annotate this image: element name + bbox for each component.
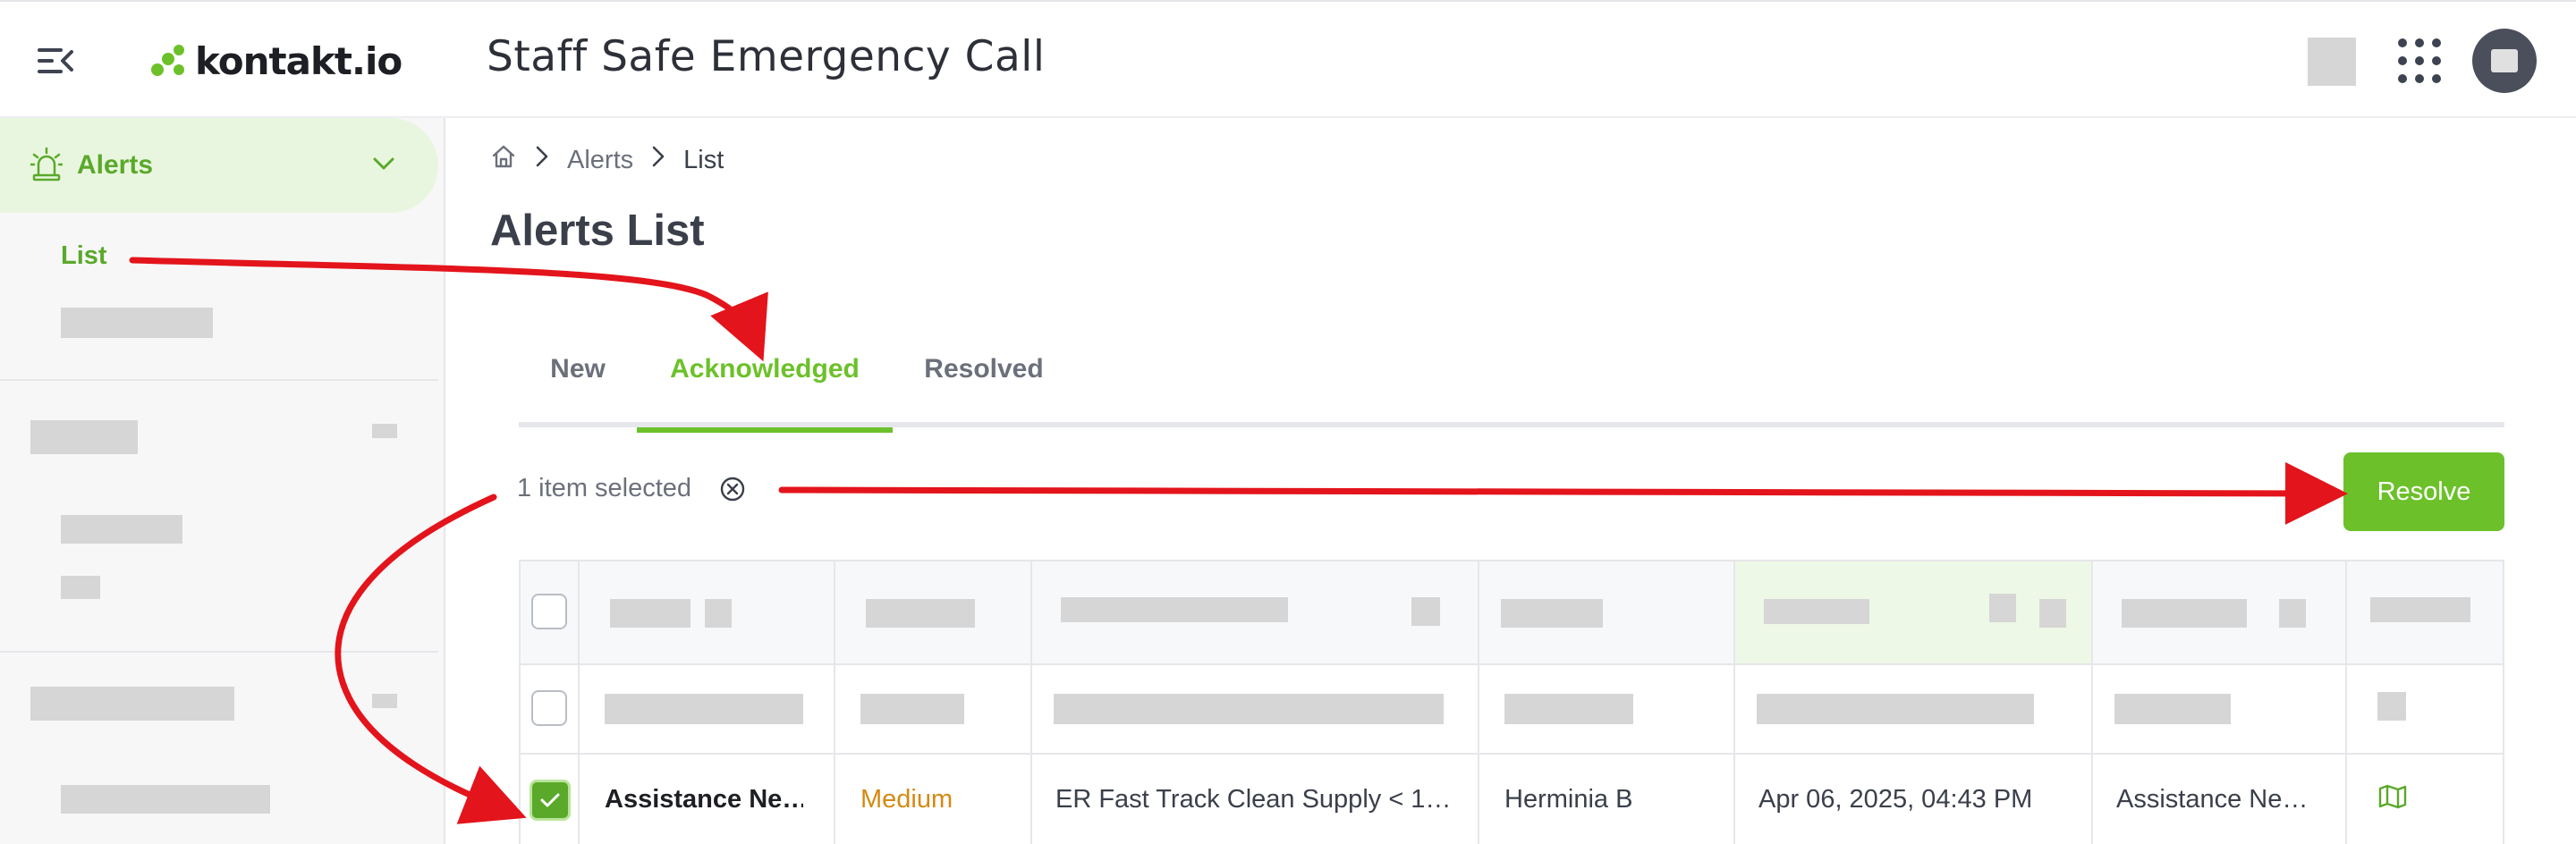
alert-name-cell: Assistance Ne… [605, 785, 803, 814]
location-cell: ER Fast Track Clean Supply < 1… [1055, 785, 1449, 814]
alert-type-cell: Assistance Ne… [2116, 785, 2309, 814]
sidebar-subitem-placeholder[interactable] [61, 515, 182, 544]
priority-cell: Medium [860, 785, 953, 814]
home-icon[interactable] [490, 143, 517, 177]
column-header-placeholder[interactable] [2370, 597, 2470, 622]
table-row-selected[interactable]: Assistance Ne… Medium ER Fast Track Clea… [521, 755, 2503, 844]
app-title: Staff Safe Emergency Call [487, 32, 1046, 81]
cell-placeholder [1757, 694, 2034, 724]
staff-cell: Herminia B [1504, 785, 1633, 814]
sidebar-item-placeholder[interactable] [30, 420, 138, 454]
sidebar: Alerts List [0, 118, 445, 844]
tab-new[interactable]: New [519, 350, 637, 427]
sort-icon-placeholder[interactable] [2039, 599, 2066, 628]
apps-grid-icon[interactable] [2395, 36, 2444, 86]
resolve-button[interactable]: Resolve [2343, 452, 2504, 531]
annotation-arrow-to-resolve [778, 461, 2348, 525]
sidebar-item-placeholder-chevron [372, 424, 397, 438]
cell-placeholder [1504, 694, 1633, 724]
cell-placeholder [1054, 694, 1444, 724]
column-divider [834, 561, 835, 844]
logo-mark-icon [150, 43, 186, 79]
chevron-down-icon[interactable] [370, 150, 397, 177]
column-divider [578, 561, 580, 844]
tab-resolved[interactable]: Resolved [893, 350, 1075, 427]
chevron-right-icon [651, 145, 665, 175]
select-all-checkbox[interactable] [531, 594, 567, 629]
cell-placeholder [860, 694, 964, 724]
selection-count: 1 item selected [517, 474, 692, 502]
sort-icon-placeholder[interactable] [705, 599, 732, 628]
top-app-bar: kontakt.io Staff Safe Emergency Call [0, 0, 2576, 118]
column-header-placeholder[interactable] [866, 599, 975, 628]
header-placeholder-block [2308, 38, 2356, 86]
tab-acknowledged[interactable]: Acknowledged [637, 350, 893, 433]
menu-collapse-icon[interactable] [36, 45, 75, 77]
check-icon [540, 793, 560, 807]
chevron-right-icon [535, 145, 549, 175]
sidebar-item-alerts-label: Alerts [77, 150, 154, 180]
column-header-placeholder[interactable] [1061, 597, 1288, 622]
alerts-table: Assistance Ne… Medium ER Fast Track Clea… [519, 560, 2504, 844]
table-header-row [521, 561, 2503, 665]
column-divider [2091, 561, 2093, 844]
sidebar-item-alerts[interactable]: Alerts [0, 118, 438, 213]
sidebar-item-placeholder-chevron [372, 694, 397, 708]
sidebar-subitem-placeholder[interactable] [61, 785, 270, 814]
sort-icon-placeholder[interactable] [1411, 597, 1440, 626]
breadcrumb-list: List [683, 145, 724, 174]
table-row[interactable] [521, 665, 2503, 755]
siren-icon [29, 147, 64, 182]
cell-icon-placeholder[interactable] [2377, 692, 2406, 721]
column-divider [2345, 561, 2347, 844]
sidebar-subitem-list[interactable]: List [61, 241, 107, 271]
column-divider [1030, 561, 1032, 844]
logo-text: kontakt.io [195, 38, 402, 83]
user-avatar[interactable] [2472, 29, 2537, 93]
breadcrumb: Alerts List [490, 145, 724, 175]
map-icon[interactable] [2377, 783, 2408, 810]
sidebar-subitem-placeholder[interactable] [61, 576, 100, 599]
sidebar-item-placeholder[interactable] [30, 687, 234, 721]
sidebar-divider [0, 651, 438, 653]
page-title: Alerts List [490, 207, 705, 255]
breadcrumb-alerts[interactable]: Alerts [567, 146, 633, 175]
cell-placeholder [605, 694, 803, 724]
kontakt-logo[interactable]: kontakt.io [150, 36, 402, 86]
row-checkbox[interactable] [531, 690, 567, 726]
sort-icon-placeholder[interactable] [2279, 599, 2306, 628]
sidebar-divider [0, 379, 438, 381]
column-header-placeholder[interactable] [2122, 599, 2247, 628]
datetime-cell: Apr 06, 2025, 04:43 PM [1758, 785, 2033, 814]
column-divider [1733, 561, 1735, 844]
clear-selection-icon[interactable] [719, 476, 746, 502]
sort-icon-placeholder[interactable] [1989, 594, 2016, 622]
column-header-placeholder[interactable] [1501, 599, 1603, 628]
column-header-placeholder[interactable] [610, 599, 691, 628]
row-checkbox-checked[interactable] [530, 780, 571, 821]
column-header-placeholder[interactable] [1764, 599, 1869, 624]
cell-placeholder [2114, 694, 2231, 724]
sidebar-subitem-placeholder[interactable] [61, 308, 213, 338]
column-divider [1478, 561, 1479, 844]
status-tabs: New Acknowledged Resolved [519, 350, 2504, 433]
